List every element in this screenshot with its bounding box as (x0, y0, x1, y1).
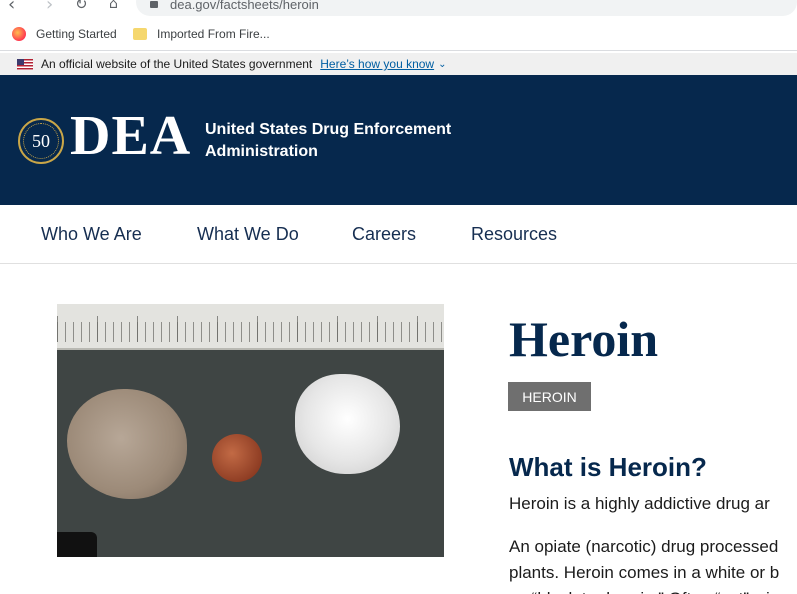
url-text: dea.gov/factsheets/heroin (170, 0, 319, 12)
main-nav: Who We Are What We Do Careers Resources (0, 205, 797, 264)
nav-who-we-are[interactable]: Who We Are (41, 224, 142, 245)
us-flag-icon (17, 58, 33, 70)
folder-icon (133, 28, 147, 40)
back-icon[interactable]: ‹ (8, 0, 15, 15)
bookmark-getting-started[interactable]: Getting Started (12, 27, 117, 41)
firefox-icon (12, 27, 26, 41)
home-icon[interactable]: ⌂ (109, 0, 118, 12)
evidence-marker (57, 532, 97, 557)
chevron-down-icon[interactable]: ⌄ (438, 59, 446, 70)
brown-powder (67, 389, 187, 499)
bookmark-label: Getting Started (36, 27, 117, 41)
nav-resources[interactable]: Resources (471, 224, 557, 245)
site-header: 50 DEA United States Drug Enforcement Ad… (0, 75, 797, 205)
agency-name-line2: Administration (205, 143, 318, 160)
seal-text: 50 (32, 130, 50, 151)
body-paragraph-line2: plants. Heroin comes in a white or b (509, 563, 780, 582)
agency-name-line1: United States Drug Enforcement (205, 121, 452, 138)
browser-toolbar: ‹ › ↻ ⌂ dea.gov/factsheets/heroin (0, 0, 797, 18)
agency-name[interactable]: United States Drug Enforcement Administr… (205, 119, 451, 163)
bookmark-imported-folder[interactable]: Imported From Fire... (133, 27, 270, 41)
reload-icon[interactable]: ↻ (75, 0, 88, 13)
anniversary-seal-icon[interactable]: 50 (18, 118, 64, 164)
bookmark-label: Imported From Fire... (157, 27, 270, 41)
how-you-know-link[interactable]: Here’s how you know (320, 57, 434, 71)
lock-icon (150, 1, 158, 8)
ruler (57, 304, 444, 350)
body-paragraph-line1: An opiate (narcotic) drug processed (509, 537, 779, 556)
forward-icon[interactable]: › (46, 0, 53, 15)
penny (212, 434, 262, 482)
nav-what-we-do[interactable]: What We Do (197, 224, 299, 245)
dea-logo[interactable]: DEA (70, 108, 191, 164)
white-powder (295, 374, 400, 474)
gov-banner-text: An official website of the United States… (41, 57, 313, 71)
intro-paragraph: Heroin is a highly addictive drug ar (509, 494, 770, 513)
heroin-photo (57, 304, 444, 557)
page-title: Heroin (509, 311, 659, 367)
topic-tag[interactable]: HEROIN (508, 382, 591, 411)
bookmarks-bar: Getting Started Imported From Fire... (0, 18, 797, 51)
section-heading: What is Heroin? (509, 452, 707, 482)
body-paragraph-line3: as “black tar heroin.” Often “cut” wi (509, 586, 770, 594)
address-bar[interactable]: dea.gov/factsheets/heroin (136, 0, 797, 16)
gov-banner: An official website of the United States… (0, 53, 797, 75)
nav-careers[interactable]: Careers (352, 224, 416, 245)
